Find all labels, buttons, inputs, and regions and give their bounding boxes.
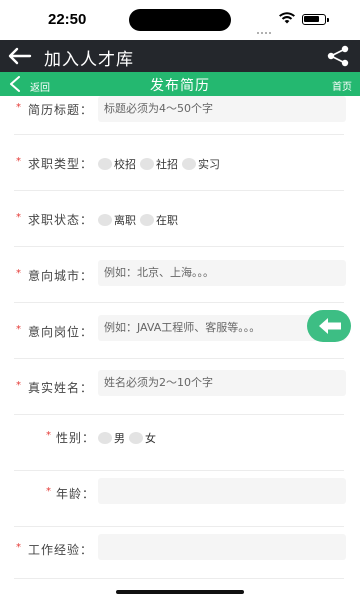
position-label: 意向岗位： — [28, 325, 94, 339]
wifi-icon — [279, 12, 295, 24]
real-name-label: 真实姓名： — [28, 381, 94, 395]
gender-radio-group: 男 女 — [98, 430, 160, 446]
radio-circle — [182, 158, 196, 170]
signal-icon — [257, 19, 273, 34]
radio-label: 在职 — [156, 214, 178, 227]
radio-female[interactable]: 女 — [129, 430, 156, 446]
form-row-experience: * 工作经验： — [0, 528, 360, 584]
experience-input[interactable] — [98, 534, 346, 560]
radio-label: 社招 — [156, 158, 178, 171]
divider — [14, 578, 344, 579]
radio-campus[interactable]: 校招 — [98, 156, 136, 172]
form-row-real-name: * 真实姓名： 姓名必须为2～10个字 — [0, 360, 360, 416]
experience-label: 工作经验： — [28, 543, 94, 557]
required-mark: * — [46, 430, 51, 441]
required-mark: * — [16, 542, 21, 553]
camera-notch — [129, 9, 231, 31]
divider — [14, 246, 344, 247]
required-mark: * — [16, 102, 21, 113]
form-row-position: * 意向岗位： 例如：JAVA工程师、客服等。。。 — [0, 304, 360, 360]
required-mark: * — [46, 486, 51, 497]
radio-circle — [140, 214, 154, 226]
back-arrow-icon[interactable] — [6, 44, 34, 68]
form-row-job-type: * 求职类型： 校招 社招 实习 — [0, 136, 360, 192]
divider — [14, 358, 344, 359]
job-type-radio-group: 校招 社招 实习 — [98, 156, 224, 172]
radio-label: 离职 — [114, 214, 136, 227]
required-mark: * — [16, 380, 21, 391]
divider — [14, 526, 344, 527]
age-input[interactable] — [98, 478, 346, 504]
floating-back-button[interactable] — [307, 310, 351, 342]
radio-employed[interactable]: 在职 — [140, 212, 178, 228]
job-status-radio-group: 离职 在职 — [98, 212, 182, 228]
form-row-city: * 意向城市： 例如：北京、上海。。。 — [0, 248, 360, 304]
radio-circle — [98, 432, 112, 444]
radio-circle — [98, 158, 112, 170]
gender-label: 性别： — [56, 431, 96, 445]
radio-male[interactable]: 男 — [98, 430, 125, 446]
form-row-resume-title: * 简历标题： 标题必须为4～50个字 — [0, 96, 360, 136]
age-label: 年龄： — [56, 487, 96, 501]
form-row-age: * 年龄： — [0, 472, 360, 528]
divider — [14, 470, 344, 471]
divider — [14, 302, 344, 303]
radio-circle — [129, 432, 143, 444]
radio-label: 女 — [145, 432, 156, 445]
real-name-input[interactable]: 姓名必须为2～10个字 — [98, 370, 346, 396]
app-title: 加入人才库 — [44, 50, 134, 70]
page-title: 发布简历 — [150, 78, 210, 94]
city-label: 意向城市： — [28, 269, 94, 283]
city-input[interactable]: 例如：北京、上海。。。 — [98, 260, 346, 286]
sub-header: 返回 发布简历 首页 — [0, 72, 360, 96]
form-row-job-status: * 求职状态： 离职 在职 — [0, 192, 360, 248]
radio-circle — [140, 158, 154, 170]
home-indicator — [116, 590, 244, 594]
status-time: 22:50 — [48, 11, 87, 28]
required-mark: * — [16, 324, 21, 335]
required-mark: * — [16, 268, 21, 279]
divider — [14, 134, 344, 135]
radio-label: 校招 — [114, 158, 136, 171]
job-type-label: 求职类型： — [28, 157, 94, 171]
app-bar: 加入人才库 — [0, 40, 360, 72]
divider — [14, 414, 344, 415]
radio-intern[interactable]: 实习 — [182, 156, 220, 172]
battery-icon — [302, 14, 329, 25]
job-status-label: 求职状态： — [28, 213, 94, 227]
required-mark: * — [16, 156, 21, 167]
radio-social[interactable]: 社招 — [140, 156, 178, 172]
arrow-left-icon — [319, 318, 341, 334]
radio-label: 实习 — [198, 158, 220, 171]
share-icon[interactable] — [326, 45, 350, 67]
status-bar: 22:50 — [0, 0, 360, 40]
resume-title-input[interactable]: 标题必须为4～50个字 — [98, 96, 346, 122]
home-link[interactable]: 首页 — [332, 78, 352, 93]
resume-title-label: 简历标题： — [28, 103, 94, 117]
divider — [14, 190, 344, 191]
radio-label: 男 — [114, 432, 125, 445]
form-row-gender: * 性别： 男 女 — [0, 416, 360, 472]
required-mark: * — [16, 212, 21, 223]
radio-resigned[interactable]: 离职 — [98, 212, 136, 228]
radio-circle — [98, 214, 112, 226]
